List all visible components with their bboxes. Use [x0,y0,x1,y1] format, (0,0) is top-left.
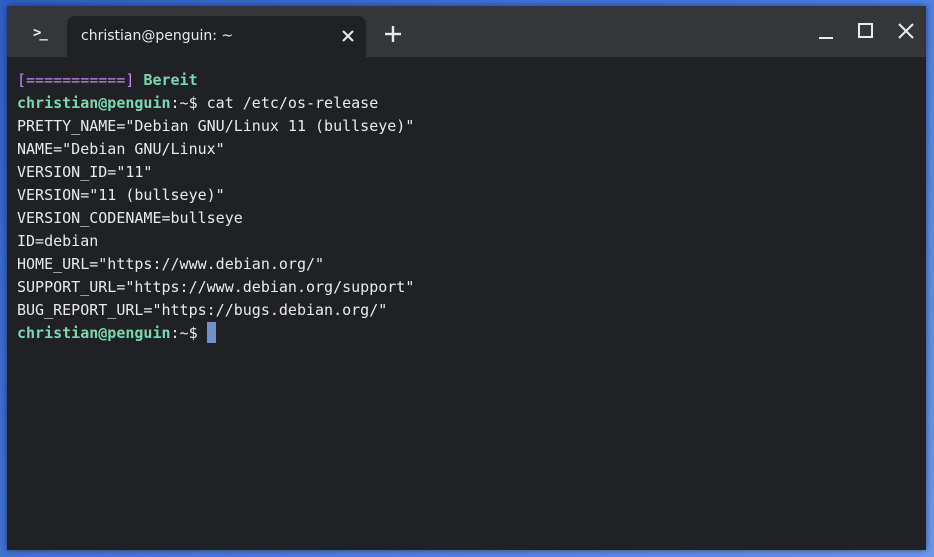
maximize-icon [858,23,873,38]
new-tab-button[interactable] [382,23,404,45]
prompt-line[interactable]: christian@penguin:~$ [17,322,926,345]
close-button[interactable] [894,19,918,43]
prompt-user-host: christian@penguin [17,324,171,342]
close-icon [342,30,354,42]
output-line: VERSION="11 (bullseye)" [17,186,225,204]
terminal-window: >_ christian@penguin: ~ [===========] Be… [7,6,926,550]
output-line: ID=debian [17,232,99,250]
command-line: christian@penguin:~$ cat /etc/os-release [17,92,926,115]
ready-status: Bereit [143,71,198,89]
prompt-path: :~$ [170,94,198,112]
prompt-path: :~$ [170,324,198,342]
prompt-user-host: christian@penguin [17,94,171,112]
desktop: >_ christian@penguin: ~ [===========] Be… [0,0,934,557]
command-text: cat /etc/os-release [206,94,379,112]
tab-close-button[interactable] [338,26,358,46]
output-line: PRETTY_NAME="Debian GNU/Linux 11 (bullse… [17,117,415,135]
output-line: BUG_REPORT_URL="https://bugs.debian.org/… [17,301,388,319]
tab-title: christian@penguin: ~ [81,28,234,44]
output-line: VERSION_CODENAME=bullseye [17,209,243,227]
terminal-icon: >_ [33,25,48,41]
maximize-button[interactable] [854,19,878,43]
status-line: [===========] Bereit [17,69,926,92]
output-line: NAME="Debian GNU/Linux" [17,140,225,158]
minimize-icon [819,37,833,39]
output-line: SUPPORT_URL="https://www.debian.org/supp… [17,278,415,296]
terminal-output[interactable]: [===========] Bereit christian@penguin:~… [7,57,926,550]
app-icon-button[interactable]: >_ [7,6,67,57]
titlebar: >_ christian@penguin: ~ [7,6,926,57]
progress-indicator: [===========] [17,71,135,89]
close-icon [898,23,914,39]
minimize-button[interactable] [814,19,838,43]
output-line: VERSION_ID="11" [17,163,153,181]
output-line: HOME_URL="https://www.debian.org/" [17,255,325,273]
text-cursor [206,322,216,343]
tab-terminal[interactable]: christian@penguin: ~ [67,16,366,57]
plus-icon [385,26,401,42]
